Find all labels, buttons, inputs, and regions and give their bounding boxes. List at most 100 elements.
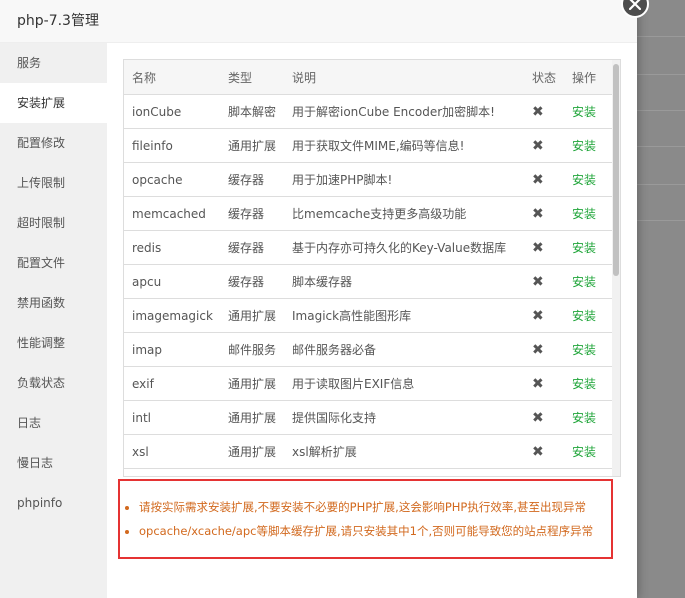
extension-type: 脚本解密 — [220, 94, 284, 129]
table-header-row: 名称 类型 说明 状态 操作 — [124, 60, 614, 95]
php-manager-dialog: php-7.3管理 服务 安装扩展 配置修改 上传限制 超时限制 配置文件 禁用… — [0, 0, 649, 598]
sidebar-item-service[interactable]: 服务 — [0, 43, 107, 83]
notice-item: opcache/xcache/apc等脚本缓存扩展,请只安装其中1个,否则可能导… — [139, 519, 611, 543]
sidebar-item-config-edit[interactable]: 配置修改 — [0, 123, 107, 163]
notice-list: 请按实际需求安装扩展,不要安装不必要的PHP扩展,这会影响PHP执行效率,甚至出… — [122, 495, 611, 543]
extension-description: Imagick高性能图形库 — [284, 298, 524, 333]
table-row: imagemagick 通用扩展 Imagick高性能图形库 ✖ 安装 — [124, 298, 614, 333]
install-link[interactable]: 安装 — [564, 366, 614, 401]
install-link[interactable]: 安装 — [564, 128, 614, 163]
background-divider — [637, 110, 685, 111]
extension-name: memcached — [124, 196, 220, 231]
install-link[interactable]: 安装 — [564, 196, 614, 231]
extension-description: 用于读取图片EXIF信息 — [284, 366, 524, 401]
status-not-installed-icon: ✖ — [524, 400, 564, 435]
status-not-installed-icon: ✖ — [524, 128, 564, 163]
install-link[interactable]: 安装 — [564, 332, 614, 367]
extension-type: 通用扩展 — [220, 298, 284, 333]
extension-type: 缓存器 — [220, 230, 284, 265]
extension-description: 用于加速PHP脚本! — [284, 162, 524, 197]
extension-type: 缓存器 — [220, 196, 284, 231]
table-row: memcached 缓存器 比memcache支持更多高级功能 ✖ 安装 — [124, 196, 614, 231]
table-row: opcache 缓存器 用于加速PHP脚本! ✖ 安装 — [124, 162, 614, 197]
extension-type: 邮件服务 — [220, 332, 284, 367]
extension-description: xsl解析扩展 — [284, 434, 524, 469]
extension-name: fileinfo — [124, 128, 220, 163]
sidebar-item-slow-log[interactable]: 慢日志 — [0, 443, 107, 483]
close-icon — [629, 0, 641, 10]
extension-description: 脚本缓存器 — [284, 264, 524, 299]
sidebar-item-upload-limit[interactable]: 上传限制 — [0, 163, 107, 203]
extension-description: 用于解密ionCube Encoder加密脚本! — [284, 94, 524, 129]
extension-name: apcu — [124, 264, 220, 299]
background-divider — [637, 184, 685, 185]
table-row: xsl 通用扩展 xsl解析扩展 ✖ 安装 — [124, 434, 614, 469]
status-not-installed-icon: ✖ — [524, 196, 564, 231]
install-link[interactable]: 安装 — [564, 94, 614, 129]
sidebar-item-timeout-limit[interactable]: 超时限制 — [0, 203, 107, 243]
install-link[interactable]: 安装 — [564, 434, 614, 469]
background-divider — [637, 74, 685, 75]
sidebar-item-disabled-functions[interactable]: 禁用函数 — [0, 283, 107, 323]
background-divider — [637, 146, 685, 147]
table-row: ionCube 脚本解密 用于解密ionCube Encoder加密脚本! ✖ 安装 — [124, 94, 614, 129]
extension-name: opcache — [124, 162, 220, 197]
extension-type: 缓存器 — [220, 264, 284, 299]
extension-name: imagemagick — [124, 298, 220, 333]
sidebar-item-load-status[interactable]: 负载状态 — [0, 363, 107, 403]
sidebar: 服务 安装扩展 配置修改 上传限制 超时限制 配置文件 禁用函数 性能调整 负载… — [0, 43, 107, 598]
sidebar-item-log[interactable]: 日志 — [0, 403, 107, 443]
extension-type: 通用扩展 — [220, 366, 284, 401]
install-link[interactable]: 安装 — [564, 162, 614, 197]
background-page — [637, 0, 685, 598]
extension-description: 基于内存亦可持久化的Key-Value数据库 — [284, 230, 524, 265]
table-scrollbar[interactable] — [612, 60, 620, 476]
extension-description: 提供国际化支持 — [284, 400, 524, 435]
table-row: imap 邮件服务 邮件服务器必备 ✖ 安装 — [124, 332, 614, 367]
extension-description: 用于获取文件MIME,编码等信息! — [284, 128, 524, 163]
table-scrollbar-thumb[interactable] — [613, 64, 619, 276]
status-not-installed-icon: ✖ — [524, 332, 564, 367]
header-operation: 操作 — [564, 60, 614, 95]
status-not-installed-icon: ✖ — [524, 230, 564, 265]
table-row: fileinfo 通用扩展 用于获取文件MIME,编码等信息! ✖ 安装 — [124, 128, 614, 163]
extension-panel: 名称 类型 说明 状态 操作 ionCube 脚本解密 用于解密ionCube En… — [107, 43, 637, 598]
install-link[interactable]: 安装 — [564, 264, 614, 299]
extension-name: ionCube — [124, 94, 220, 129]
extension-name: imap — [124, 332, 220, 367]
notice-box: 请按实际需求安装扩展,不要安装不必要的PHP扩展,这会影响PHP执行效率,甚至出… — [118, 479, 613, 559]
table-row: redis 缓存器 基于内存亦可持久化的Key-Value数据库 ✖ 安装 — [124, 230, 614, 265]
background-divider — [637, 36, 685, 37]
notice-item: 请按实际需求安装扩展,不要安装不必要的PHP扩展,这会影响PHP执行效率,甚至出… — [139, 495, 611, 519]
extension-name: exif — [124, 366, 220, 401]
header-description: 说明 — [284, 60, 524, 95]
sidebar-item-performance[interactable]: 性能调整 — [0, 323, 107, 363]
status-not-installed-icon: ✖ — [524, 366, 564, 401]
status-not-installed-icon: ✖ — [524, 434, 564, 469]
header-type: 类型 — [220, 60, 284, 95]
extension-type: 通用扩展 — [220, 400, 284, 435]
extension-name: intl — [124, 400, 220, 435]
sidebar-item-phpinfo[interactable]: phpinfo — [0, 483, 107, 523]
background-divider — [637, 220, 685, 221]
install-link[interactable]: 安装 — [564, 230, 614, 265]
table-row: apcu 缓存器 脚本缓存器 ✖ 安装 — [124, 264, 614, 299]
extension-name: xsl — [124, 434, 220, 469]
dialog-title: php-7.3管理 — [0, 0, 637, 43]
extension-description: 邮件服务器必备 — [284, 332, 524, 367]
header-status: 状态 — [524, 60, 564, 95]
extension-name: redis — [124, 230, 220, 265]
extension-type: 通用扩展 — [220, 434, 284, 469]
extension-table: 名称 类型 说明 状态 操作 ionCube 脚本解密 用于解密ionCube En… — [124, 60, 614, 469]
sidebar-item-install-extension[interactable]: 安装扩展 — [0, 83, 107, 123]
table-row: intl 通用扩展 提供国际化支持 ✖ 安装 — [124, 400, 614, 435]
extension-table-container[interactable]: 名称 类型 说明 状态 操作 ionCube 脚本解密 用于解密ionCube En… — [123, 59, 621, 477]
status-not-installed-icon: ✖ — [524, 298, 564, 333]
status-not-installed-icon: ✖ — [524, 264, 564, 299]
table-row: exif 通用扩展 用于读取图片EXIF信息 ✖ 安装 — [124, 366, 614, 401]
install-link[interactable]: 安装 — [564, 400, 614, 435]
sidebar-item-config-file[interactable]: 配置文件 — [0, 243, 107, 283]
install-link[interactable]: 安装 — [564, 298, 614, 333]
extension-type: 通用扩展 — [220, 128, 284, 163]
header-name: 名称 — [124, 60, 220, 95]
